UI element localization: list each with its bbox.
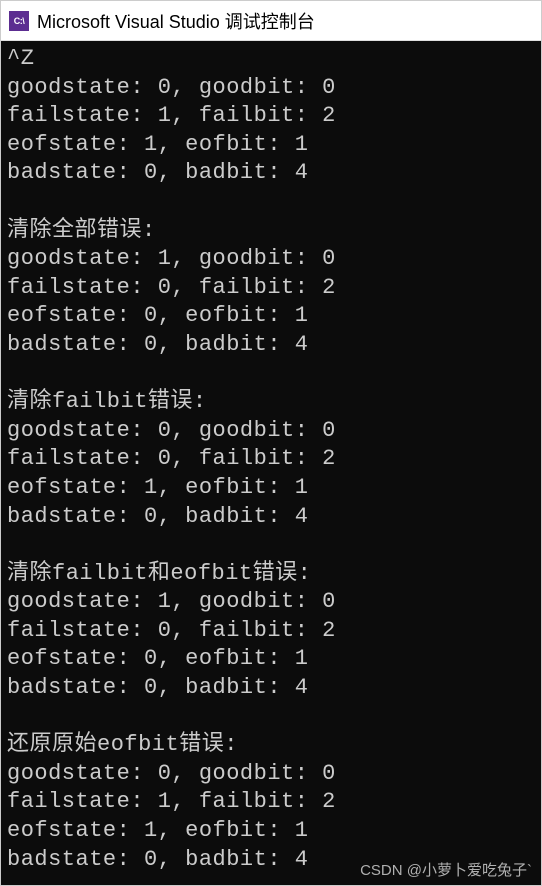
- console-line: eofstate: 1, eofbit: 1: [7, 474, 535, 503]
- console-line: goodstate: 1, goodbit: 0: [7, 588, 535, 617]
- console-line: [7, 188, 535, 217]
- app-icon: C:\: [9, 11, 29, 31]
- console-line: 清除failbit和eofbit错误:: [7, 560, 535, 589]
- console-line: failstate: 0, failbit: 2: [7, 445, 535, 474]
- console-line: eofstate: 0, eofbit: 1: [7, 302, 535, 331]
- console-line: failstate: 1, failbit: 2: [7, 788, 535, 817]
- console-line: failstate: 1, failbit: 2: [7, 102, 535, 131]
- console-line: [7, 531, 535, 560]
- console-line: badstate: 0, badbit: 4: [7, 159, 535, 188]
- console-line: eofstate: 0, eofbit: 1: [7, 645, 535, 674]
- console-window: C:\ Microsoft Visual Studio 调试控制台 ^Zgood…: [0, 0, 542, 886]
- console-line: goodstate: 0, goodbit: 0: [7, 760, 535, 789]
- console-line: goodstate: 0, goodbit: 0: [7, 74, 535, 103]
- console-line: failstate: 0, failbit: 2: [7, 617, 535, 646]
- window-title: Microsoft Visual Studio 调试控制台: [37, 8, 315, 34]
- titlebar[interactable]: C:\ Microsoft Visual Studio 调试控制台: [1, 1, 541, 41]
- console-line: ^Z: [7, 45, 535, 74]
- console-line: eofstate: 1, eofbit: 1: [7, 817, 535, 846]
- console-line: [7, 703, 535, 732]
- console-line: 还原原始eofbit错误:: [7, 731, 535, 760]
- console-line: 清除failbit错误:: [7, 388, 535, 417]
- console-line: failstate: 0, failbit: 2: [7, 274, 535, 303]
- console-line: badstate: 0, badbit: 4: [7, 503, 535, 532]
- console-line: [7, 360, 535, 389]
- console-output[interactable]: ^Zgoodstate: 0, goodbit: 0failstate: 1, …: [1, 41, 541, 885]
- console-line: badstate: 0, badbit: 4: [7, 674, 535, 703]
- console-line: goodstate: 0, goodbit: 0: [7, 417, 535, 446]
- console-line: 清除全部错误:: [7, 217, 535, 246]
- console-line: eofstate: 1, eofbit: 1: [7, 131, 535, 160]
- console-line: goodstate: 1, goodbit: 0: [7, 245, 535, 274]
- console-line: badstate: 0, badbit: 4: [7, 331, 535, 360]
- console-line: badstate: 0, badbit: 4: [7, 846, 535, 875]
